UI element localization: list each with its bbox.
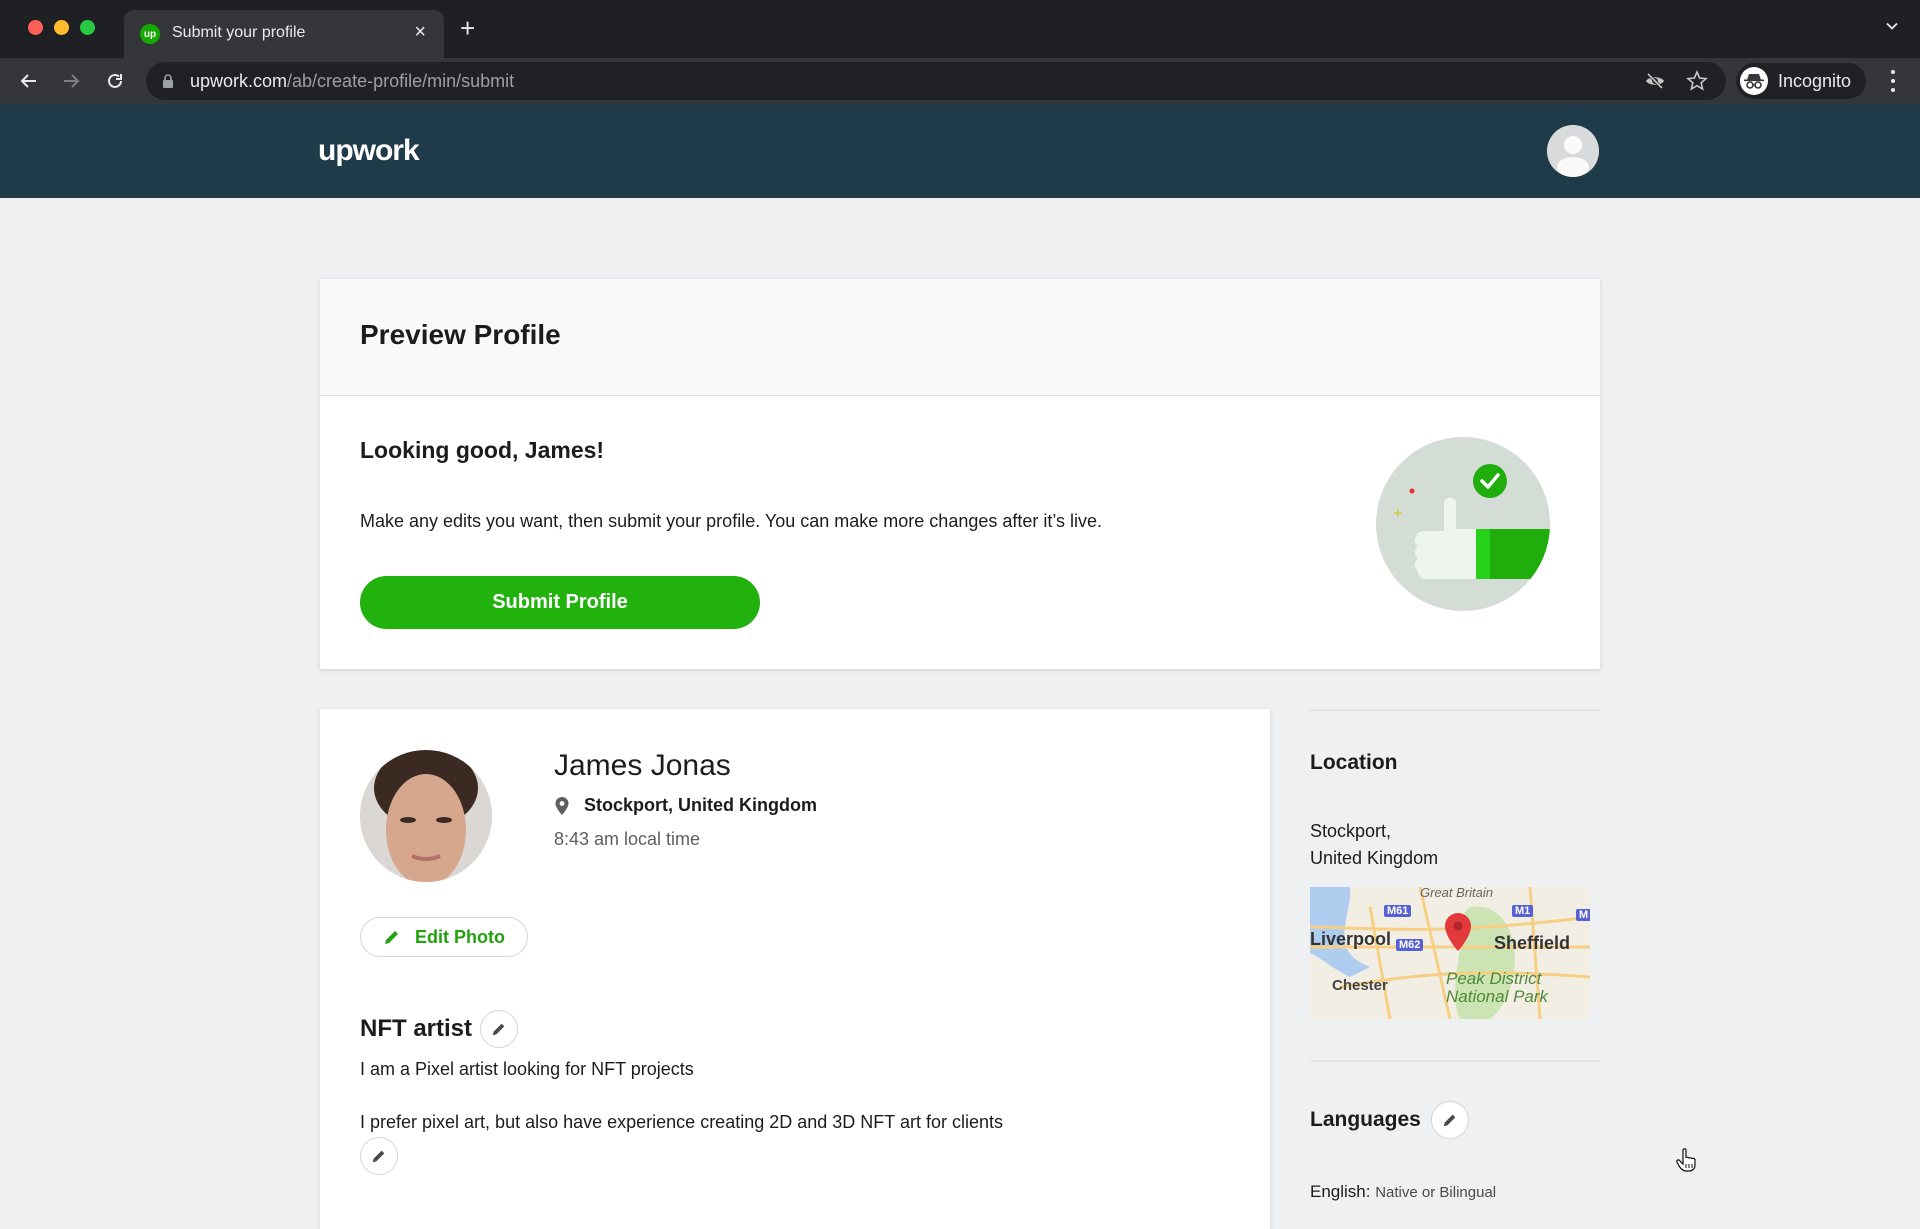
url-text: upwork.com/ab/create-profile/min/submit [190, 71, 514, 92]
profile-title-row: NFT artist [360, 1010, 519, 1048]
lock-icon [163, 74, 173, 88]
location-city: Stockport, [1310, 821, 1392, 841]
address-bar[interactable]: upwork.com/ab/create-profile/min/submit [146, 62, 1726, 100]
language-level: Native or Bilingual [1375, 1184, 1497, 1201]
language-item: English: Native or Bilingual [1310, 1182, 1496, 1202]
edit-languages-button[interactable] [1430, 1101, 1469, 1139]
hand-cursor-icon [1676, 1148, 1696, 1172]
eye-off-icon[interactable] [1644, 70, 1666, 92]
map-road-label: M62 [1396, 939, 1424, 951]
submit-profile-button[interactable]: Submit Profile [360, 576, 760, 629]
pencil-icon [385, 931, 398, 944]
user-avatar-button[interactable] [1547, 125, 1599, 177]
edit-overview-button[interactable] [360, 1137, 398, 1175]
preview-description: Make any edits you want, then submit you… [360, 511, 1103, 531]
sidebar-divider [1310, 1060, 1600, 1062]
minimize-window-button[interactable] [54, 20, 69, 35]
sidebar-divider [1310, 709, 1600, 711]
map-label-region: Great Britain [1420, 887, 1493, 900]
upwork-favicon-icon: up [140, 24, 160, 44]
url-path: /ab/create-profile/min/submit [287, 71, 515, 91]
map-road-label: M1 [1512, 905, 1534, 917]
pencil-icon [372, 1150, 385, 1163]
edit-photo-label: Edit Photo [415, 926, 505, 947]
map-label-park: Peak District [1446, 969, 1542, 988]
close-tab-icon[interactable]: × [414, 21, 426, 44]
map-label-city: Sheffield [1494, 933, 1571, 953]
page-title: Preview Profile [360, 319, 561, 350]
map-road-label: M [1576, 909, 1590, 921]
location-pin-icon [555, 796, 569, 815]
greeting-heading: Looking good, James! [360, 437, 605, 463]
map-label-park: National Park [1446, 987, 1549, 1006]
incognito-label: Incognito [1778, 70, 1852, 91]
incognito-profile-button[interactable]: Incognito [1736, 63, 1866, 99]
overview-line: I prefer pixel art, but also have experi… [360, 1112, 1003, 1132]
map-label-city: Liverpool [1310, 929, 1392, 949]
profile-photo-image-icon [360, 750, 492, 882]
close-window-button[interactable] [28, 20, 43, 35]
profile-photo [360, 750, 492, 882]
language-name: English: [1310, 1182, 1371, 1201]
location-map[interactable]: Great Britain M61 M62 M1 M Liverpool She… [1310, 887, 1590, 1019]
browser-tab-bar: up Submit your profile × + [0, 0, 1920, 58]
edit-photo-button[interactable]: Edit Photo [360, 917, 528, 957]
browser-toolbar: upwork.com/ab/create-profile/min/submit … [0, 58, 1920, 104]
thumbs-up-illustration-icon [1376, 437, 1550, 611]
pencil-icon [1443, 1114, 1456, 1127]
upwork-logo[interactable]: upwork [318, 134, 420, 168]
freelancer-location: Stockport, United Kingdom [554, 795, 817, 816]
map-road-label: M61 [1384, 905, 1412, 917]
browser-tab[interactable]: up Submit your profile × [124, 10, 444, 58]
arrow-left-icon [20, 74, 36, 88]
forward-button[interactable] [58, 68, 84, 94]
new-tab-button[interactable]: + [460, 15, 475, 41]
incognito-icon [1740, 67, 1768, 95]
back-button[interactable] [16, 68, 42, 94]
url-host: upwork.com [190, 71, 288, 91]
bookmark-star-icon[interactable] [1686, 70, 1708, 92]
tab-title: Submit your profile [172, 24, 306, 41]
user-placeholder-icon [1547, 125, 1599, 177]
pencil-icon [492, 1023, 505, 1036]
freelancer-name: James Jonas [554, 749, 731, 782]
tab-search-chevron-icon[interactable] [1886, 20, 1898, 32]
languages-heading-row: Languages [1310, 1101, 1469, 1139]
profile-title: NFT artist [360, 1015, 473, 1042]
local-time: 8:43 am local time [554, 829, 701, 849]
map-pin-icon [1445, 913, 1471, 951]
site-header: upwork [0, 104, 1920, 198]
browser-menu-icon[interactable] [1890, 70, 1896, 92]
edit-title-button[interactable] [480, 1010, 519, 1048]
maximize-window-button[interactable] [80, 20, 95, 35]
overview-line: I am a Pixel artist looking for NFT proj… [360, 1059, 694, 1079]
preview-profile-card: Preview Profile Looking good, James! Mak… [320, 279, 1600, 669]
location-heading: Location [1310, 751, 1398, 774]
arrow-right-icon [64, 74, 80, 88]
reload-button[interactable] [102, 68, 128, 94]
location-country: United Kingdom [1310, 848, 1439, 868]
reload-icon [108, 73, 122, 88]
location-text: Stockport, United Kingdom [584, 795, 817, 815]
map-label-city: Chester [1332, 977, 1388, 994]
languages-heading: Languages [1310, 1108, 1421, 1131]
profile-card: James Jonas Stockport, United Kingdom 8:… [320, 709, 1270, 1229]
